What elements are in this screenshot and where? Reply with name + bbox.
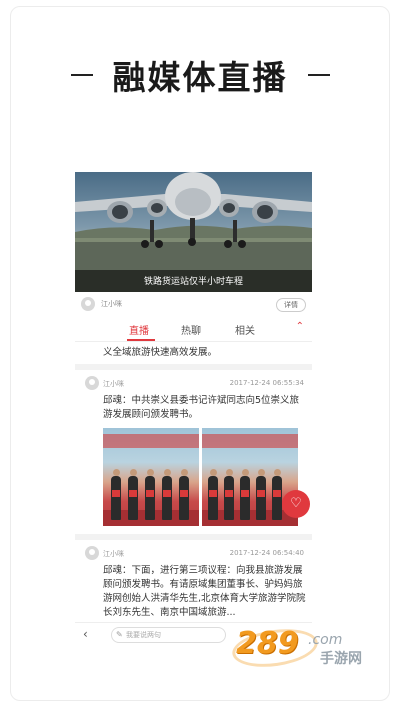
- post-author: 江小咪: [103, 550, 124, 558]
- post-meta: 江小咪 2017-12-24 06:54:40: [75, 544, 312, 562]
- feed-divider: [75, 534, 312, 540]
- photo-person: [240, 469, 250, 520]
- photo-person: [179, 469, 189, 520]
- photo-person: [162, 469, 172, 520]
- post-time: 2017-12-24 06:54:40: [229, 549, 304, 557]
- photo-banner: [103, 434, 199, 448]
- promo-headline: 融媒体直播: [0, 50, 400, 100]
- avatar: [81, 297, 95, 311]
- photo-person: [256, 469, 266, 520]
- left-dash: [70, 74, 93, 76]
- chevron-up-icon[interactable]: ⌃: [296, 321, 304, 332]
- tab-hot-chat[interactable]: 热聊: [181, 322, 201, 337]
- previous-post-text: 义全域旅游快速高效发展。: [103, 347, 218, 358]
- post-text: 邱魂：下面，进行第三项议程：向我县旅游发展顾问颁发聘书。有请原域集团董事长、驴妈…: [103, 565, 306, 618]
- video-player[interactable]: 铁路货运站仅半小时车程: [75, 172, 312, 292]
- watermark-suffix: .com: [308, 632, 343, 648]
- active-tab-indicator: [127, 339, 155, 341]
- pen-icon: ✎: [116, 630, 123, 639]
- post-author: 江小咪: [103, 380, 124, 388]
- site-watermark-logo: 289 .com 手游网: [228, 622, 398, 682]
- headline-title: 融媒体直播: [112, 58, 288, 97]
- watermark-brand: 手游网: [320, 651, 362, 667]
- feed-divider: [75, 364, 312, 370]
- photo-person: [272, 469, 282, 520]
- back-arrow-icon[interactable]: ‹: [83, 627, 88, 641]
- photo-person: [111, 469, 121, 520]
- tab-related[interactable]: 相关: [235, 322, 255, 337]
- photo-person: [208, 469, 218, 520]
- photo-person: [128, 469, 138, 520]
- author-name: 江小咪: [101, 300, 122, 308]
- tab-live[interactable]: 直播: [129, 322, 149, 337]
- avatar: [85, 376, 99, 390]
- avatar: [85, 546, 99, 560]
- post-text: 邱魂：中共崇义县委书记许斌同志向5位崇义旅游发展顾问颁发聘书。: [103, 395, 300, 420]
- heart-icon[interactable]: ♡: [282, 490, 310, 518]
- post-photos: [103, 428, 298, 526]
- watermark-number: 289: [236, 626, 299, 661]
- video-caption: 铁路货运站仅半小时车程: [143, 277, 243, 287]
- tab-bar: 直播 热聊 相关 ⌃: [75, 318, 312, 342]
- comment-placeholder: 我要说两句: [126, 631, 161, 639]
- live-feed[interactable]: 义全域旅游快速高效发展。 江小咪 2017-12-24 06:55:34 邱魂：…: [75, 342, 312, 622]
- ceremony-photo[interactable]: [103, 428, 199, 526]
- detail-button[interactable]: 详情: [276, 298, 306, 312]
- phone-screen: 铁路货运站仅半小时车程 江小咪 详情 直播 热聊 相关 ⌃ 义全域旅游快速高效发…: [75, 172, 312, 647]
- post-meta: 江小咪 2017-12-24 06:55:34: [75, 374, 312, 392]
- feed-post: 江小咪 2017-12-24 06:55:34 邱魂：中共崇义县委书记许斌同志向…: [75, 374, 312, 534]
- photo-person: [224, 469, 234, 520]
- post-time: 2017-12-24 06:55:34: [229, 379, 304, 387]
- right-dash: [307, 74, 330, 76]
- photo-person: [145, 469, 155, 520]
- live-author-row: 江小咪 详情: [75, 294, 312, 314]
- comment-input[interactable]: ✎ 我要说两句: [111, 627, 226, 643]
- photo-banner: [202, 434, 298, 448]
- feed-post: 江小咪 2017-12-24 06:54:40 邱魂：下面，进行第三项议程：向我…: [75, 544, 312, 622]
